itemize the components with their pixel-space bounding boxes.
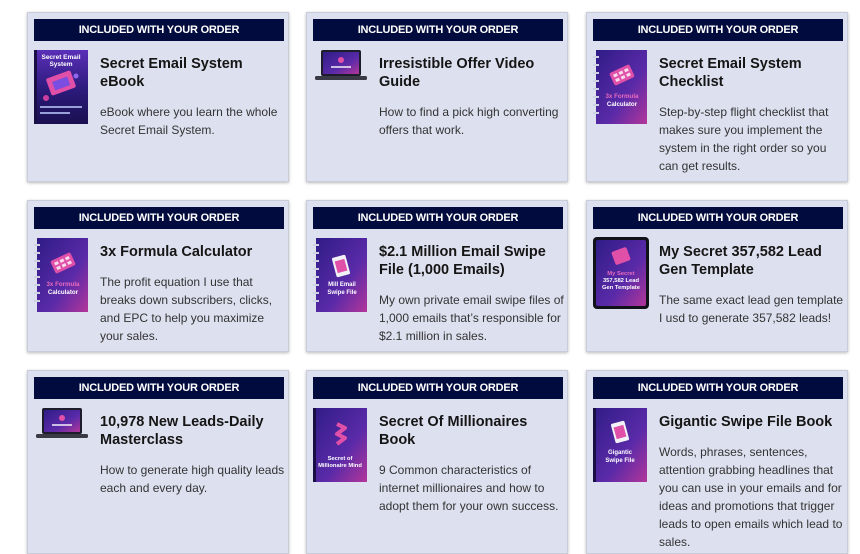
svg-text:Swipe File: Swipe File (327, 290, 357, 296)
tablet-icon: My Secret 357,582 Lead Gen Template (593, 237, 649, 314)
product-description: Step-by-step flight checklist that makes… (659, 105, 829, 173)
product-title: Irresistible Offer Video Guide (379, 56, 535, 90)
product-title: Secret Of Millionaires Book (379, 414, 528, 448)
product-card-ebook: INCLUDED WITH YOUR ORDER Secret Email Sy… (27, 12, 289, 182)
svg-text:Calculator: Calculator (607, 101, 638, 108)
product-title: Secret Email System Checklist (659, 56, 802, 90)
svg-text:Gigantic: Gigantic (608, 450, 633, 456)
svg-text:Swipe File: Swipe File (605, 458, 635, 464)
product-card-checklist: INCLUDED WITH YOUR ORDER 3x Formula Calc… (586, 12, 848, 182)
product-card-calculator: INCLUDED WITH YOUR ORDER 3x Formula Calc… (27, 200, 289, 352)
product-card-gigantic-swipe-file: INCLUDED WITH YOUR ORDER Gigantic Swipe … (586, 370, 848, 554)
svg-text:Mill Email: Mill Email (328, 282, 356, 288)
svg-text:Secret Email: Secret Email (41, 54, 80, 61)
laptop-icon (36, 406, 90, 445)
svg-text:3x Formula: 3x Formula (605, 93, 639, 100)
product-description: The same exact lead gen template I usd t… (659, 293, 844, 325)
svg-text:Secret of: Secret of (328, 456, 353, 462)
spiral-notebook-icon: 3x Formula Calculator (593, 50, 647, 129)
product-description: Words, phrases, sentences, attention gra… (659, 445, 843, 549)
product-title: Gigantic Swipe File Book (659, 414, 833, 430)
laptop-icon (315, 48, 369, 87)
book-cover-icon: Gigantic Swipe File (593, 408, 647, 487)
product-card-millionaires-book: INCLUDED WITH YOUR ORDER Secret of Milli… (306, 370, 568, 554)
product-description: How to generate high quality leads each … (100, 463, 285, 495)
product-description: How to find a pick high converting offer… (379, 105, 559, 137)
included-badge: INCLUDED WITH YOUR ORDER (34, 207, 284, 229)
product-card-video-guide: INCLUDED WITH YOUR ORDER Irresistible Of… (306, 12, 568, 182)
product-description: My own private email swipe files of 1,00… (379, 293, 564, 343)
included-badge: INCLUDED WITH YOUR ORDER (593, 377, 843, 399)
included-badge: INCLUDED WITH YOUR ORDER (593, 207, 843, 229)
svg-text:System: System (49, 61, 72, 68)
svg-text:My Secret: My Secret (607, 271, 634, 277)
product-card-lead-gen-template: INCLUDED WITH YOUR ORDER My Secret 357,5… (586, 200, 848, 352)
included-badge: INCLUDED WITH YOUR ORDER (34, 19, 284, 41)
svg-text:Millionaire Mind: Millionaire Mind (318, 463, 362, 469)
product-title: My Secret 357,582 Lead Gen Template (659, 244, 822, 278)
svg-text:3x Formula: 3x Formula (46, 281, 80, 288)
spiral-notebook-icon: Mill Email Swipe File (313, 238, 367, 317)
product-title: Secret Email System eBook (100, 56, 243, 90)
product-card-swipe-file: INCLUDED WITH YOUR ORDER Mill Email Swip… (306, 200, 568, 352)
included-badge: INCLUDED WITH YOUR ORDER (34, 377, 284, 399)
svg-text:Gen Template: Gen Template (602, 285, 641, 291)
book-cover-icon: Secret of Millionaire Mind (313, 408, 367, 487)
svg-text:357,582 Lead: 357,582 Lead (603, 278, 640, 284)
spiral-notebook-icon: 3x Formula Calculator (34, 238, 88, 317)
included-badge: INCLUDED WITH YOUR ORDER (313, 207, 563, 229)
included-badge: INCLUDED WITH YOUR ORDER (313, 19, 563, 41)
product-title: 10,978 New Leads-Daily Masterclass (100, 414, 264, 448)
included-badge: INCLUDED WITH YOUR ORDER (593, 19, 843, 41)
product-title: $2.1 Million Email Swipe File (1,000 Ema… (379, 244, 546, 278)
product-title: 3x Formula Calculator (100, 244, 253, 260)
included-badge: INCLUDED WITH YOUR ORDER (313, 377, 563, 399)
product-description: 9 Common characteristics of internet mil… (379, 463, 559, 513)
product-card-masterclass: INCLUDED WITH YOUR ORDER 10,978 New Lead… (27, 370, 289, 554)
ebook-cover-icon: Secret Email System (34, 50, 88, 129)
product-description: The profit equation I use that breaks do… (100, 275, 273, 343)
svg-text:Calculator: Calculator (48, 289, 79, 296)
product-description: eBook where you learn the whole Secret E… (100, 105, 278, 137)
